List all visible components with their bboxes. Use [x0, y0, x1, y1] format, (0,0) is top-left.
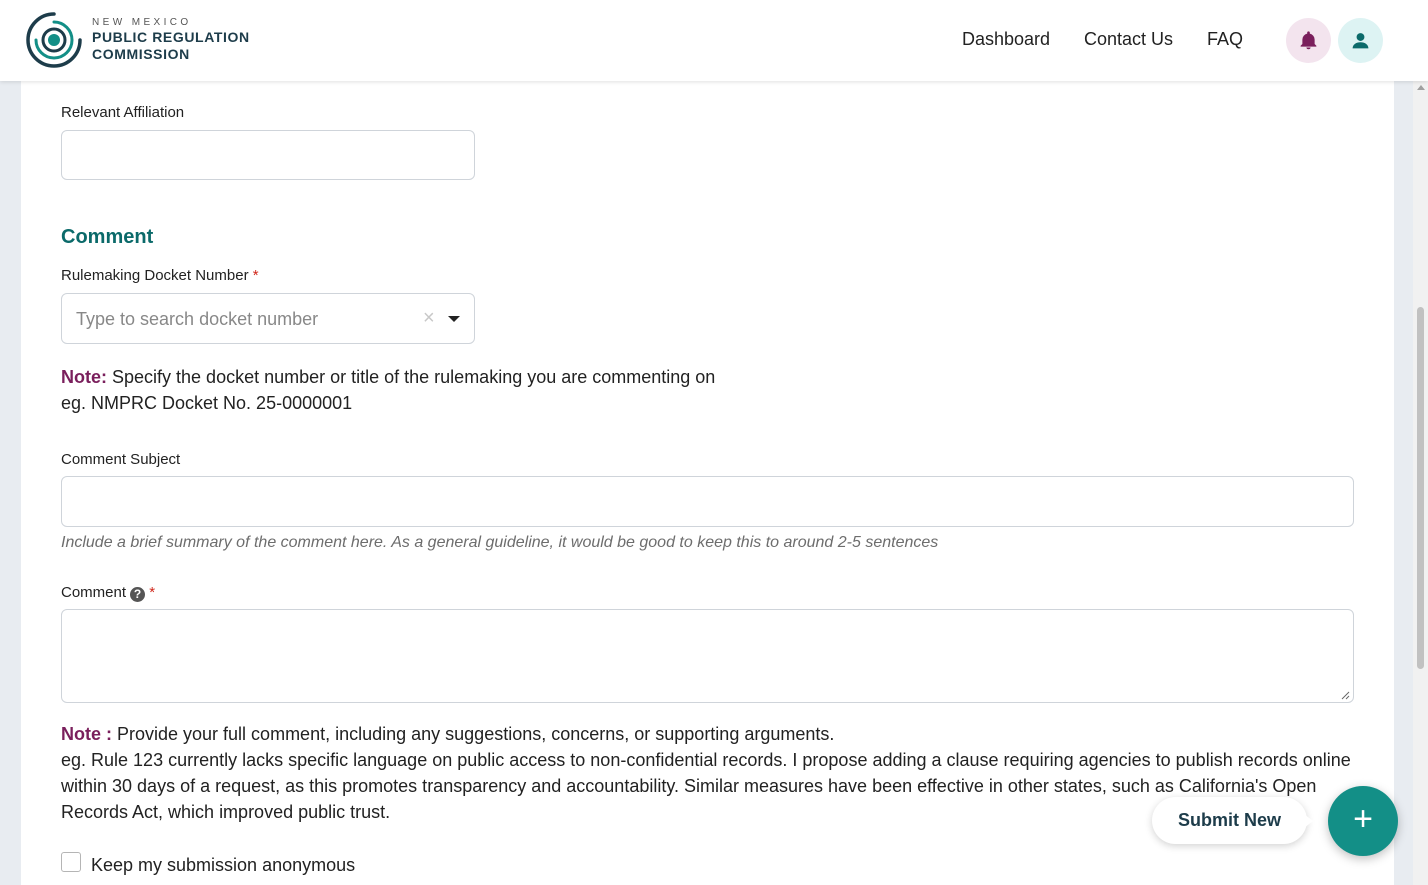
required-marker: * — [252, 267, 259, 284]
submit-new-fab-button[interactable]: + — [1328, 786, 1398, 856]
brand-wordmark[interactable]: NEW MEXICO PUBLIC REGULATION COMMISSION — [92, 17, 250, 63]
comment-subject-helper: Include a brief summary of the comment h… — [61, 534, 939, 551]
comment-subject-input[interactable] — [61, 476, 1354, 527]
prc-logo-icon[interactable] — [24, 10, 84, 70]
page-scrollbar[interactable] — [1413, 81, 1428, 885]
comment-label: Comment? * — [61, 584, 155, 602]
comment-subject-label: Comment Subject — [61, 451, 181, 468]
nav-dashboard[interactable]: Dashboard — [962, 29, 1050, 50]
comment-note-label: Note : — [61, 724, 112, 744]
resize-grip-icon[interactable] — [1340, 690, 1350, 700]
submit-new-pointer — [1304, 814, 1313, 828]
plus-icon: + — [1353, 800, 1373, 838]
clear-icon[interactable]: × — [423, 307, 435, 330]
comment-label-text: Comment — [61, 584, 127, 601]
help-icon[interactable]: ? — [130, 587, 146, 602]
scroll-up-arrow-icon[interactable] — [1417, 85, 1425, 90]
site-header: NEW MEXICO PUBLIC REGULATION COMMISSION … — [0, 0, 1428, 81]
required-marker: * — [149, 584, 156, 601]
anonymous-checkbox[interactable] — [61, 852, 81, 872]
docket-number-label: Rulemaking Docket Number * — [61, 267, 259, 284]
nav-faq[interactable]: FAQ — [1207, 29, 1243, 50]
nav-contact-us[interactable]: Contact Us — [1084, 29, 1173, 50]
user-icon — [1352, 33, 1369, 49]
docket-note-label: Note: — [61, 367, 107, 387]
notifications-button[interactable] — [1286, 18, 1331, 63]
brand-line-commission: COMMISSION — [92, 46, 190, 62]
user-profile-button[interactable] — [1338, 18, 1383, 63]
comment-textarea[interactable] — [61, 609, 1354, 703]
bell-icon — [1300, 31, 1317, 50]
submit-new-label[interactable]: Submit New — [1152, 797, 1307, 844]
comment-note-text: Provide your full comment, including any… — [112, 724, 835, 744]
affiliation-input[interactable] — [61, 130, 475, 180]
docket-number-label-text: Rulemaking Docket Number — [61, 267, 249, 284]
docket-number-select[interactable]: Type to search docket number × — [61, 293, 475, 344]
docket-note-text: Specify the docket number or title of th… — [107, 367, 716, 387]
anonymous-checkbox-label[interactable]: Keep my submission anonymous — [91, 855, 355, 876]
brand-line-name: PUBLIC REGULATION — [92, 29, 250, 45]
docket-note-example: eg. NMPRC Docket No. 25-0000001 — [61, 393, 353, 413]
affiliation-label: Relevant Affiliation — [61, 104, 185, 121]
comment-section-title: Comment — [61, 226, 154, 248]
docket-search-placeholder: Type to search docket number — [76, 309, 319, 329]
brand-line-state: NEW MEXICO — [92, 17, 192, 28]
scrollbar-thumb[interactable] — [1417, 307, 1424, 669]
chevron-down-icon[interactable] — [448, 316, 460, 322]
docket-note: Note: Specify the docket number or title… — [61, 364, 715, 416]
